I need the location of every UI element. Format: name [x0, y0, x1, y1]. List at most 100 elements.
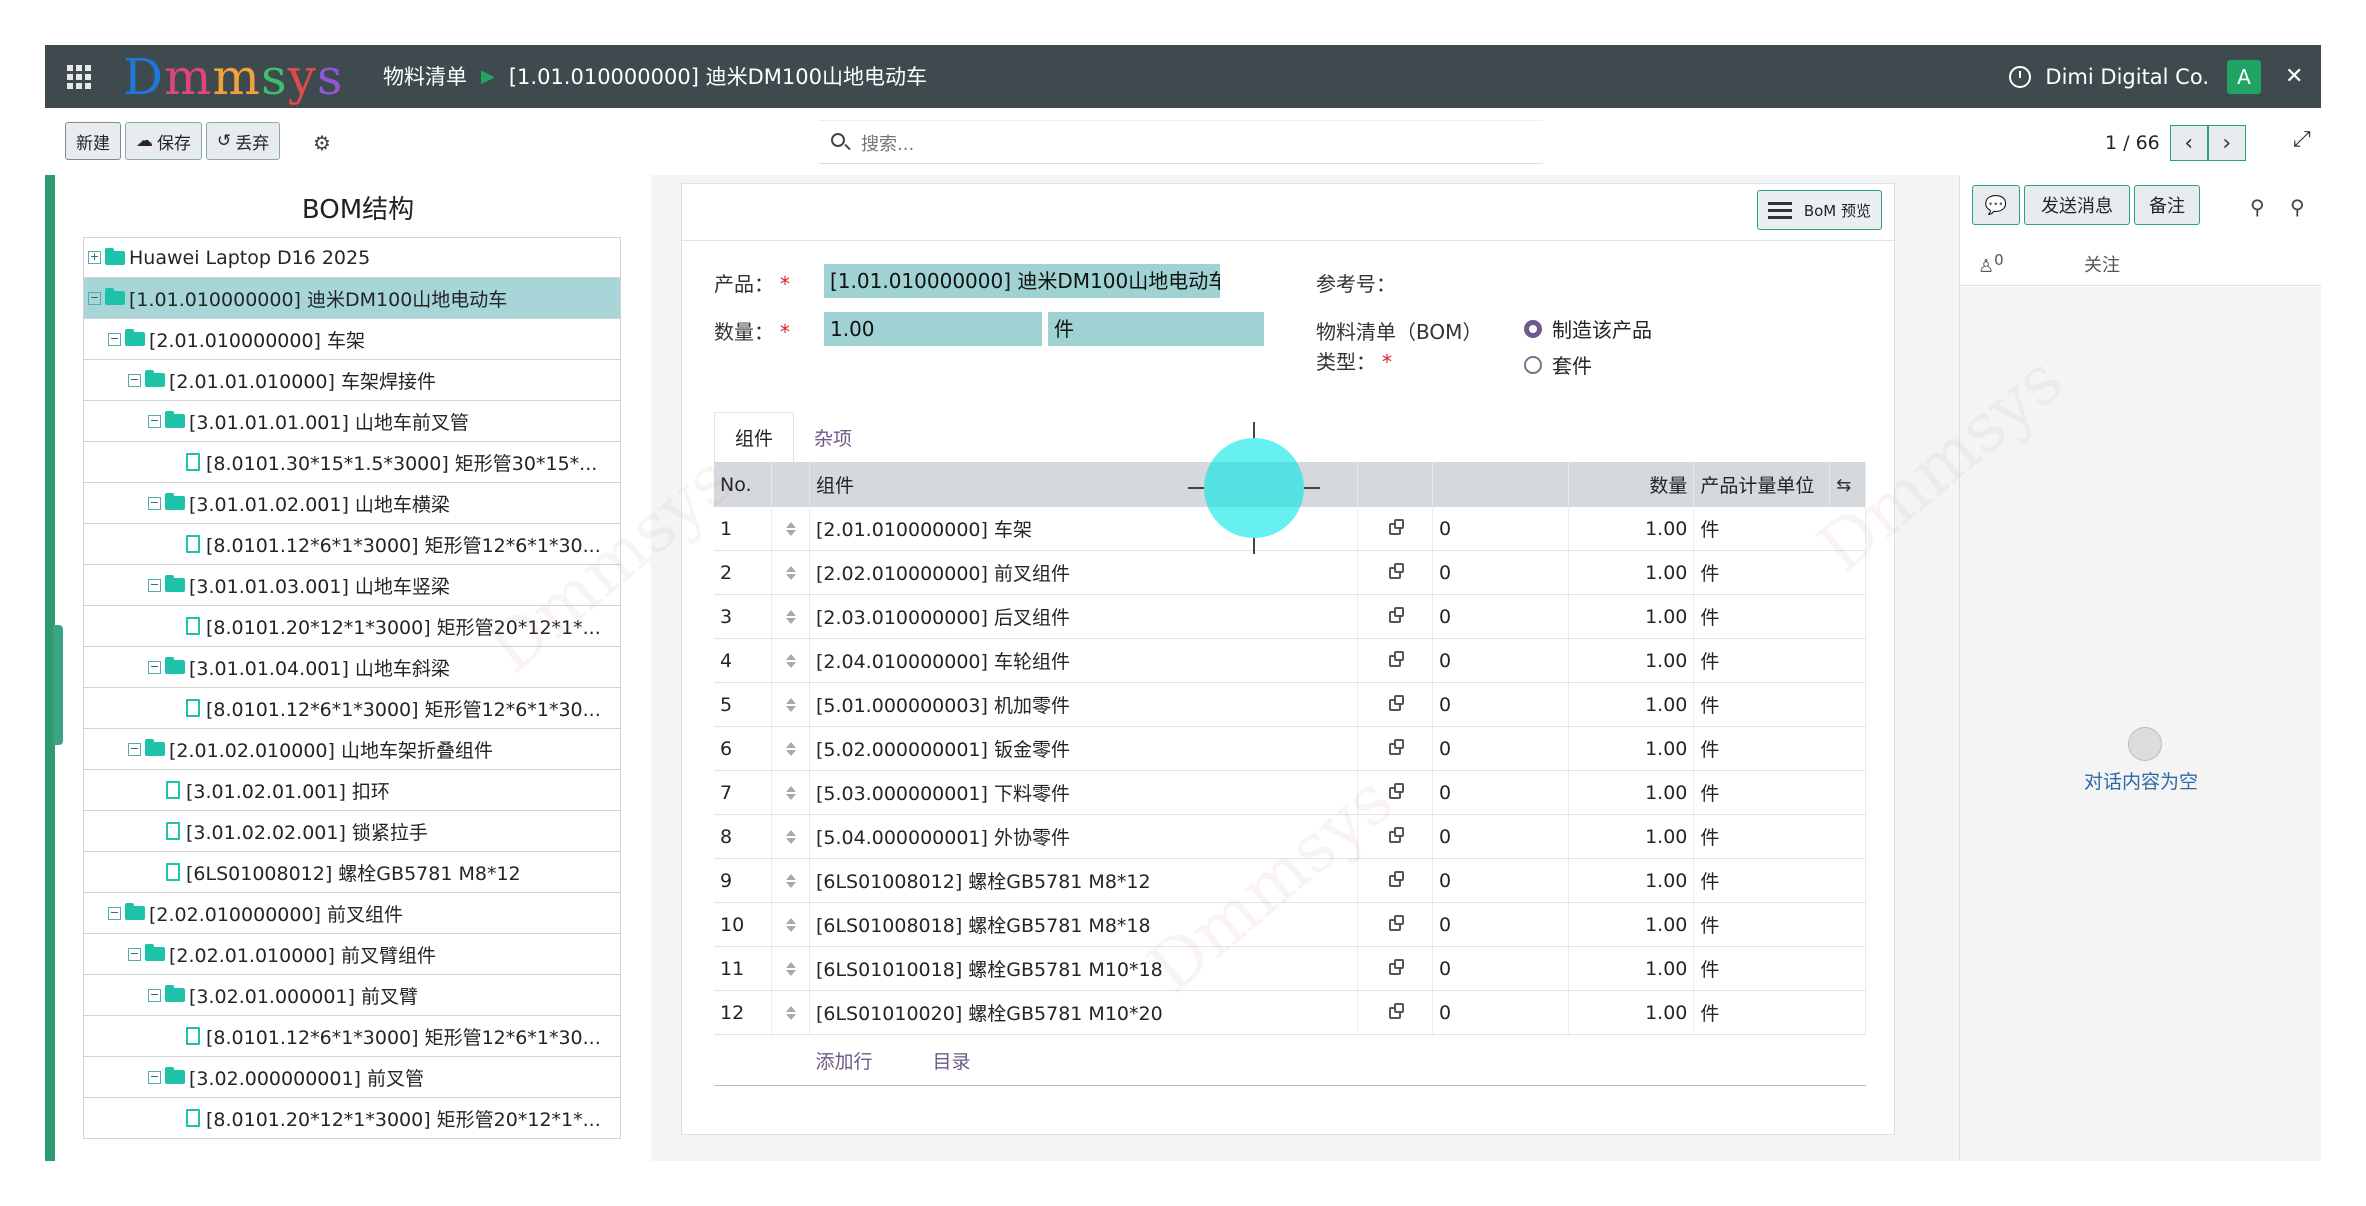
collapse-icon[interactable]: − — [148, 496, 161, 510]
row-component[interactable]: [6LS01008018] 螺栓GB5781 M8*18 — [809, 902, 1359, 947]
add-line-link[interactable]: 添加行 — [815, 1051, 872, 1073]
drag-handle-icon[interactable] — [771, 550, 810, 595]
copy-icon[interactable] — [1357, 638, 1433, 683]
collapse-icon[interactable]: − — [148, 660, 161, 674]
collapse-icon[interactable]: − — [148, 988, 161, 1002]
search-bar[interactable] — [819, 120, 1543, 164]
tree-node[interactable]: − [2.01.010000000] 车架 — [83, 319, 621, 360]
tree-node[interactable]: [3.01.02.01.001] 扣环 — [83, 770, 621, 811]
sort-handle-icon[interactable] — [786, 698, 796, 712]
log-note-button[interactable]: 备注 — [2134, 185, 2200, 225]
collapse-icon[interactable]: − — [128, 742, 141, 756]
row-quantity[interactable]: 1.00 — [1568, 682, 1695, 727]
radio-manufacture[interactable]: 制造该产品 — [1524, 314, 1652, 343]
sort-handle-icon[interactable] — [786, 786, 796, 800]
pager-value[interactable]: 1 / 66 — [2105, 132, 2160, 154]
row-component[interactable]: [6LS01008012] 螺栓GB5781 M8*12 — [809, 858, 1359, 903]
drag-handle-icon[interactable] — [771, 770, 810, 815]
row-quantity[interactable]: 1.00 — [1568, 902, 1695, 947]
row-quantity[interactable]: 1.00 — [1568, 638, 1695, 683]
tree-node[interactable]: [8.0101.20*12*1*3000] 矩形管20*12*1*... — [83, 1098, 621, 1139]
tab-misc[interactable]: 杂项 — [794, 412, 872, 462]
row-uom[interactable]: 件 — [1693, 814, 1866, 859]
row-quantity[interactable]: 1.00 — [1568, 814, 1695, 859]
collapse-icon[interactable]: − — [88, 291, 101, 305]
duplicate-icon[interactable] — [1389, 650, 1405, 667]
drag-handle-icon[interactable] — [771, 946, 810, 991]
gear-icon[interactable]: ⚙ — [313, 133, 331, 153]
copy-icon[interactable] — [1357, 726, 1433, 771]
table-row[interactable]: 6 [5.02.000000001] 钣金零件 0 1.00 件 — [714, 726, 1866, 771]
copy-icon[interactable] — [1357, 946, 1433, 991]
uom-field[interactable]: 件 — [1048, 312, 1264, 346]
row-uom[interactable]: 件 — [1693, 682, 1866, 727]
table-row[interactable]: 8 [5.04.000000001] 外协零件 0 1.00 件 — [714, 814, 1866, 859]
row-component[interactable]: [6LS01010020] 螺栓GB5781 M10*20 — [809, 990, 1359, 1035]
drag-handle-icon[interactable] — [771, 726, 810, 771]
row-quantity[interactable]: 1.00 — [1568, 990, 1695, 1035]
table-row[interactable]: 3 [2.03.010000000] 后叉组件 0 1.00 件 — [714, 594, 1866, 639]
row-extra[interactable]: 0 — [1432, 507, 1569, 551]
pager-next-button[interactable]: › — [2207, 125, 2246, 161]
sort-handle-icon[interactable] — [786, 1006, 796, 1020]
duplicate-icon[interactable] — [1389, 870, 1405, 887]
row-extra[interactable]: 0 — [1432, 682, 1569, 727]
sort-handle-icon[interactable] — [786, 918, 796, 932]
copy-icon[interactable] — [1357, 550, 1433, 595]
tree-node[interactable]: − [3.01.01.03.001] 山地车竖梁 — [83, 565, 621, 606]
duplicate-icon[interactable] — [1389, 738, 1405, 755]
search-input[interactable] — [859, 129, 1463, 159]
collapse-icon[interactable]: − — [108, 332, 121, 346]
copy-icon[interactable] — [1357, 902, 1433, 947]
copy-icon[interactable] — [1357, 682, 1433, 727]
duplicate-icon[interactable] — [1389, 606, 1405, 623]
row-extra[interactable]: 0 — [1432, 638, 1569, 683]
search-icon[interactable]: ⚲ — [2250, 195, 2265, 219]
sort-handle-icon[interactable] — [786, 566, 796, 580]
paperclip-icon[interactable]: ⚲ — [2290, 195, 2305, 219]
tree-node[interactable]: − [3.02.01.000001] 前叉臂 — [83, 975, 621, 1016]
row-quantity[interactable]: 1.00 — [1568, 507, 1695, 551]
drag-handle-icon[interactable] — [771, 990, 810, 1035]
sidebar-collapse-handle[interactable] — [53, 625, 63, 745]
tree-node[interactable]: − [2.01.01.010000] 车架焊接件 — [83, 360, 621, 401]
row-uom[interactable]: 件 — [1693, 507, 1866, 551]
duplicate-icon[interactable] — [1389, 1002, 1405, 1019]
copy-icon[interactable] — [1357, 507, 1433, 551]
collapse-icon[interactable]: − — [128, 947, 141, 961]
table-row[interactable]: 9 [6LS01008012] 螺栓GB5781 M8*12 0 1.00 件 — [714, 858, 1866, 903]
row-uom[interactable]: 件 — [1693, 990, 1866, 1035]
tree-node[interactable]: − [3.01.01.02.001] 山地车横梁 — [83, 483, 621, 524]
row-component[interactable]: [5.02.000000001] 钣金零件 — [809, 726, 1359, 771]
table-row[interactable]: 5 [5.01.000000003] 机加零件 0 1.00 件 — [714, 682, 1866, 727]
tree-node[interactable]: − [2.02.01.010000] 前叉臂组件 — [83, 934, 621, 975]
collapse-icon[interactable]: − — [148, 1070, 161, 1084]
followers-count[interactable]: ♙0 — [1978, 251, 2004, 277]
row-uom[interactable]: 件 — [1693, 902, 1866, 947]
row-extra[interactable]: 0 — [1432, 726, 1569, 771]
optional-columns-toggle[interactable]: ⇆ — [1829, 462, 1866, 507]
duplicate-icon[interactable] — [1389, 958, 1405, 975]
copy-icon[interactable] — [1357, 594, 1433, 639]
apps-grid-icon[interactable] — [67, 65, 91, 89]
table-row[interactable]: 4 [2.04.010000000] 车轮组件 0 1.00 件 — [714, 638, 1866, 683]
discard-button[interactable]: ↺ 丢弃 — [206, 122, 281, 160]
row-quantity[interactable]: 1.00 — [1568, 858, 1695, 903]
row-component[interactable]: [6LS01010018] 螺栓GB5781 M10*18 — [809, 946, 1359, 991]
duplicate-icon[interactable] — [1389, 782, 1405, 799]
row-uom[interactable]: 件 — [1693, 770, 1866, 815]
table-row[interactable]: 12 [6LS01010020] 螺栓GB5781 M10*20 0 1.00 件 — [714, 990, 1866, 1035]
row-quantity[interactable]: 1.00 — [1568, 770, 1695, 815]
radio-kit[interactable]: 套件 — [1524, 350, 1592, 379]
table-row[interactable]: 10 [6LS01008018] 螺栓GB5781 M8*18 0 1.00 件 — [714, 902, 1866, 947]
row-extra[interactable]: 0 — [1432, 550, 1569, 595]
tree-node[interactable]: [8.0101.12*6*1*3000] 矩形管12*6*1*30... — [83, 688, 621, 729]
breadcrumb-root[interactable]: 物料清单 — [383, 61, 467, 91]
row-quantity[interactable]: 1.00 — [1568, 594, 1695, 639]
column-uom[interactable]: 产品计量单位 — [1693, 462, 1831, 507]
duplicate-icon[interactable] — [1389, 694, 1405, 711]
collapse-icon[interactable]: − — [148, 414, 161, 428]
tab-components[interactable]: 组件 — [714, 412, 795, 463]
row-uom[interactable]: 件 — [1693, 726, 1866, 771]
row-component[interactable]: [2.03.010000000] 后叉组件 — [809, 594, 1359, 639]
